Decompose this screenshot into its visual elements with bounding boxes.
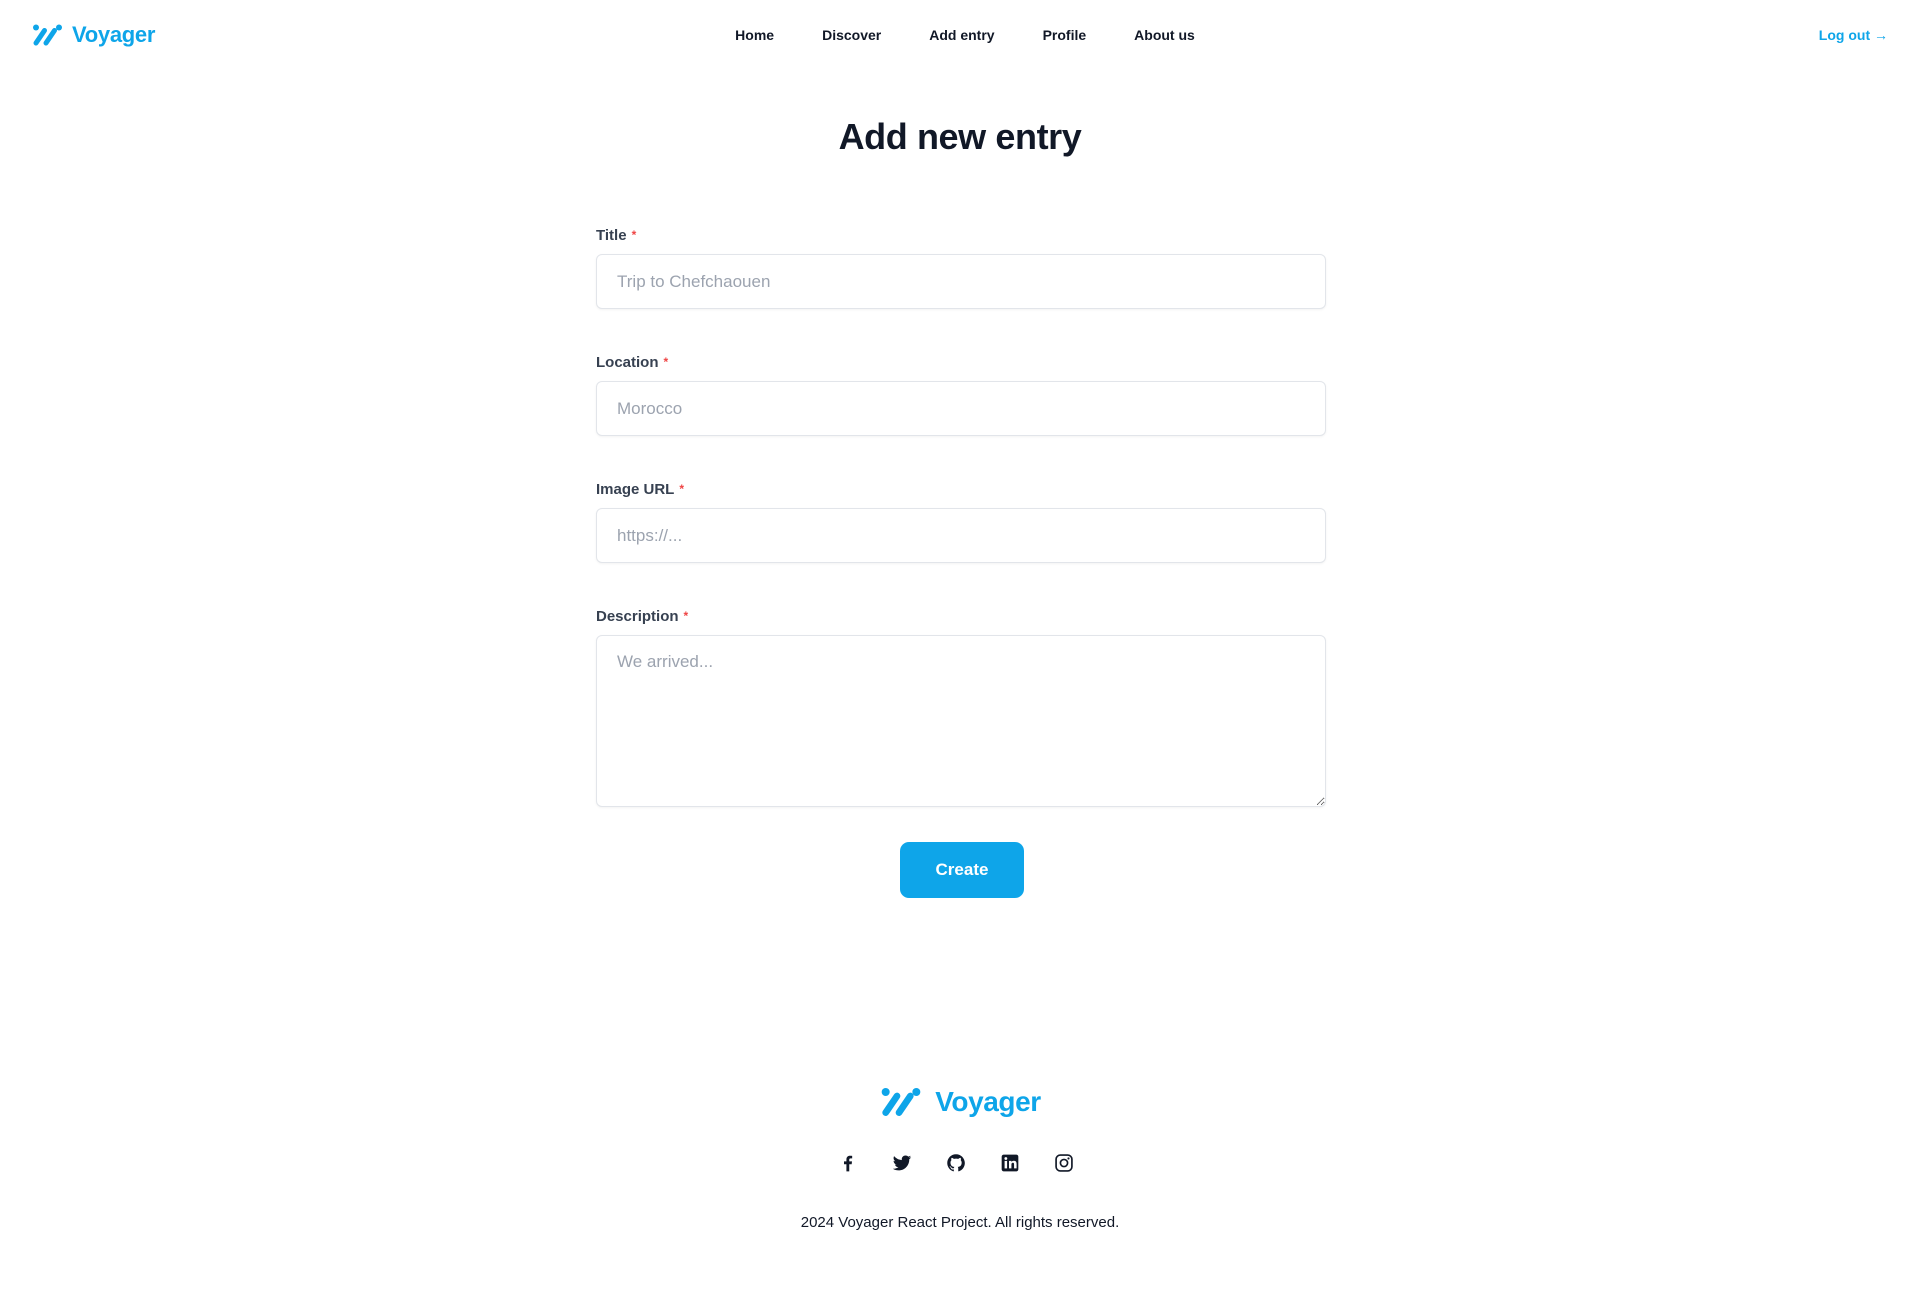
twitter-icon[interactable]	[892, 1153, 912, 1173]
description-textarea[interactable]	[596, 635, 1326, 807]
voyager-logo-icon	[881, 1088, 921, 1116]
required-mark: *	[663, 355, 669, 369]
github-icon[interactable]	[946, 1153, 966, 1173]
location-label: Location *	[596, 353, 1326, 371]
nav-add-entry[interactable]: Add entry	[929, 27, 994, 43]
title-field-group: Title *	[596, 226, 1326, 309]
location-label-text: Location	[596, 353, 659, 371]
footer-brand-name: Voyager	[935, 1086, 1041, 1117]
page-title: Add new entry	[838, 116, 1082, 157]
add-entry-form: Title * Location * Image URL * Descripti…	[596, 226, 1326, 851]
description-field-group: Description *	[596, 607, 1326, 807]
copyright-text: 2024 Voyager React Project. All rights r…	[800, 1214, 1120, 1231]
create-button[interactable]: Create	[900, 842, 1024, 898]
required-mark: *	[683, 609, 689, 623]
location-field-group: Location *	[596, 353, 1326, 436]
title-input[interactable]	[596, 254, 1326, 309]
image-url-field-group: Image URL *	[596, 480, 1326, 563]
required-mark: *	[631, 228, 637, 242]
image-url-label-text: Image URL	[596, 480, 675, 498]
site-header: Voyager Home Discover Add entry Profile …	[0, 0, 1920, 72]
title-label: Title *	[596, 226, 1326, 244]
nav-profile[interactable]: Profile	[1043, 27, 1087, 43]
footer-brand-link[interactable]: Voyager	[0, 1086, 1920, 1118]
image-url-input[interactable]	[596, 508, 1326, 563]
main-nav: Home Discover Add entry Profile About us	[0, 27, 1920, 43]
description-label: Description *	[596, 607, 1326, 625]
location-input[interactable]	[596, 381, 1326, 436]
title-label-text: Title	[596, 226, 627, 244]
required-mark: *	[679, 482, 685, 496]
logout-link[interactable]: Log out →	[1819, 27, 1888, 43]
description-label-text: Description	[596, 607, 679, 625]
facebook-icon[interactable]	[838, 1153, 858, 1173]
nav-about-us[interactable]: About us	[1134, 27, 1195, 43]
social-links	[838, 1153, 1074, 1173]
instagram-icon[interactable]	[1054, 1153, 1074, 1173]
linkedin-icon[interactable]	[1000, 1153, 1020, 1173]
image-url-label: Image URL *	[596, 480, 1326, 498]
nav-discover[interactable]: Discover	[822, 27, 881, 43]
nav-home[interactable]: Home	[735, 27, 774, 43]
